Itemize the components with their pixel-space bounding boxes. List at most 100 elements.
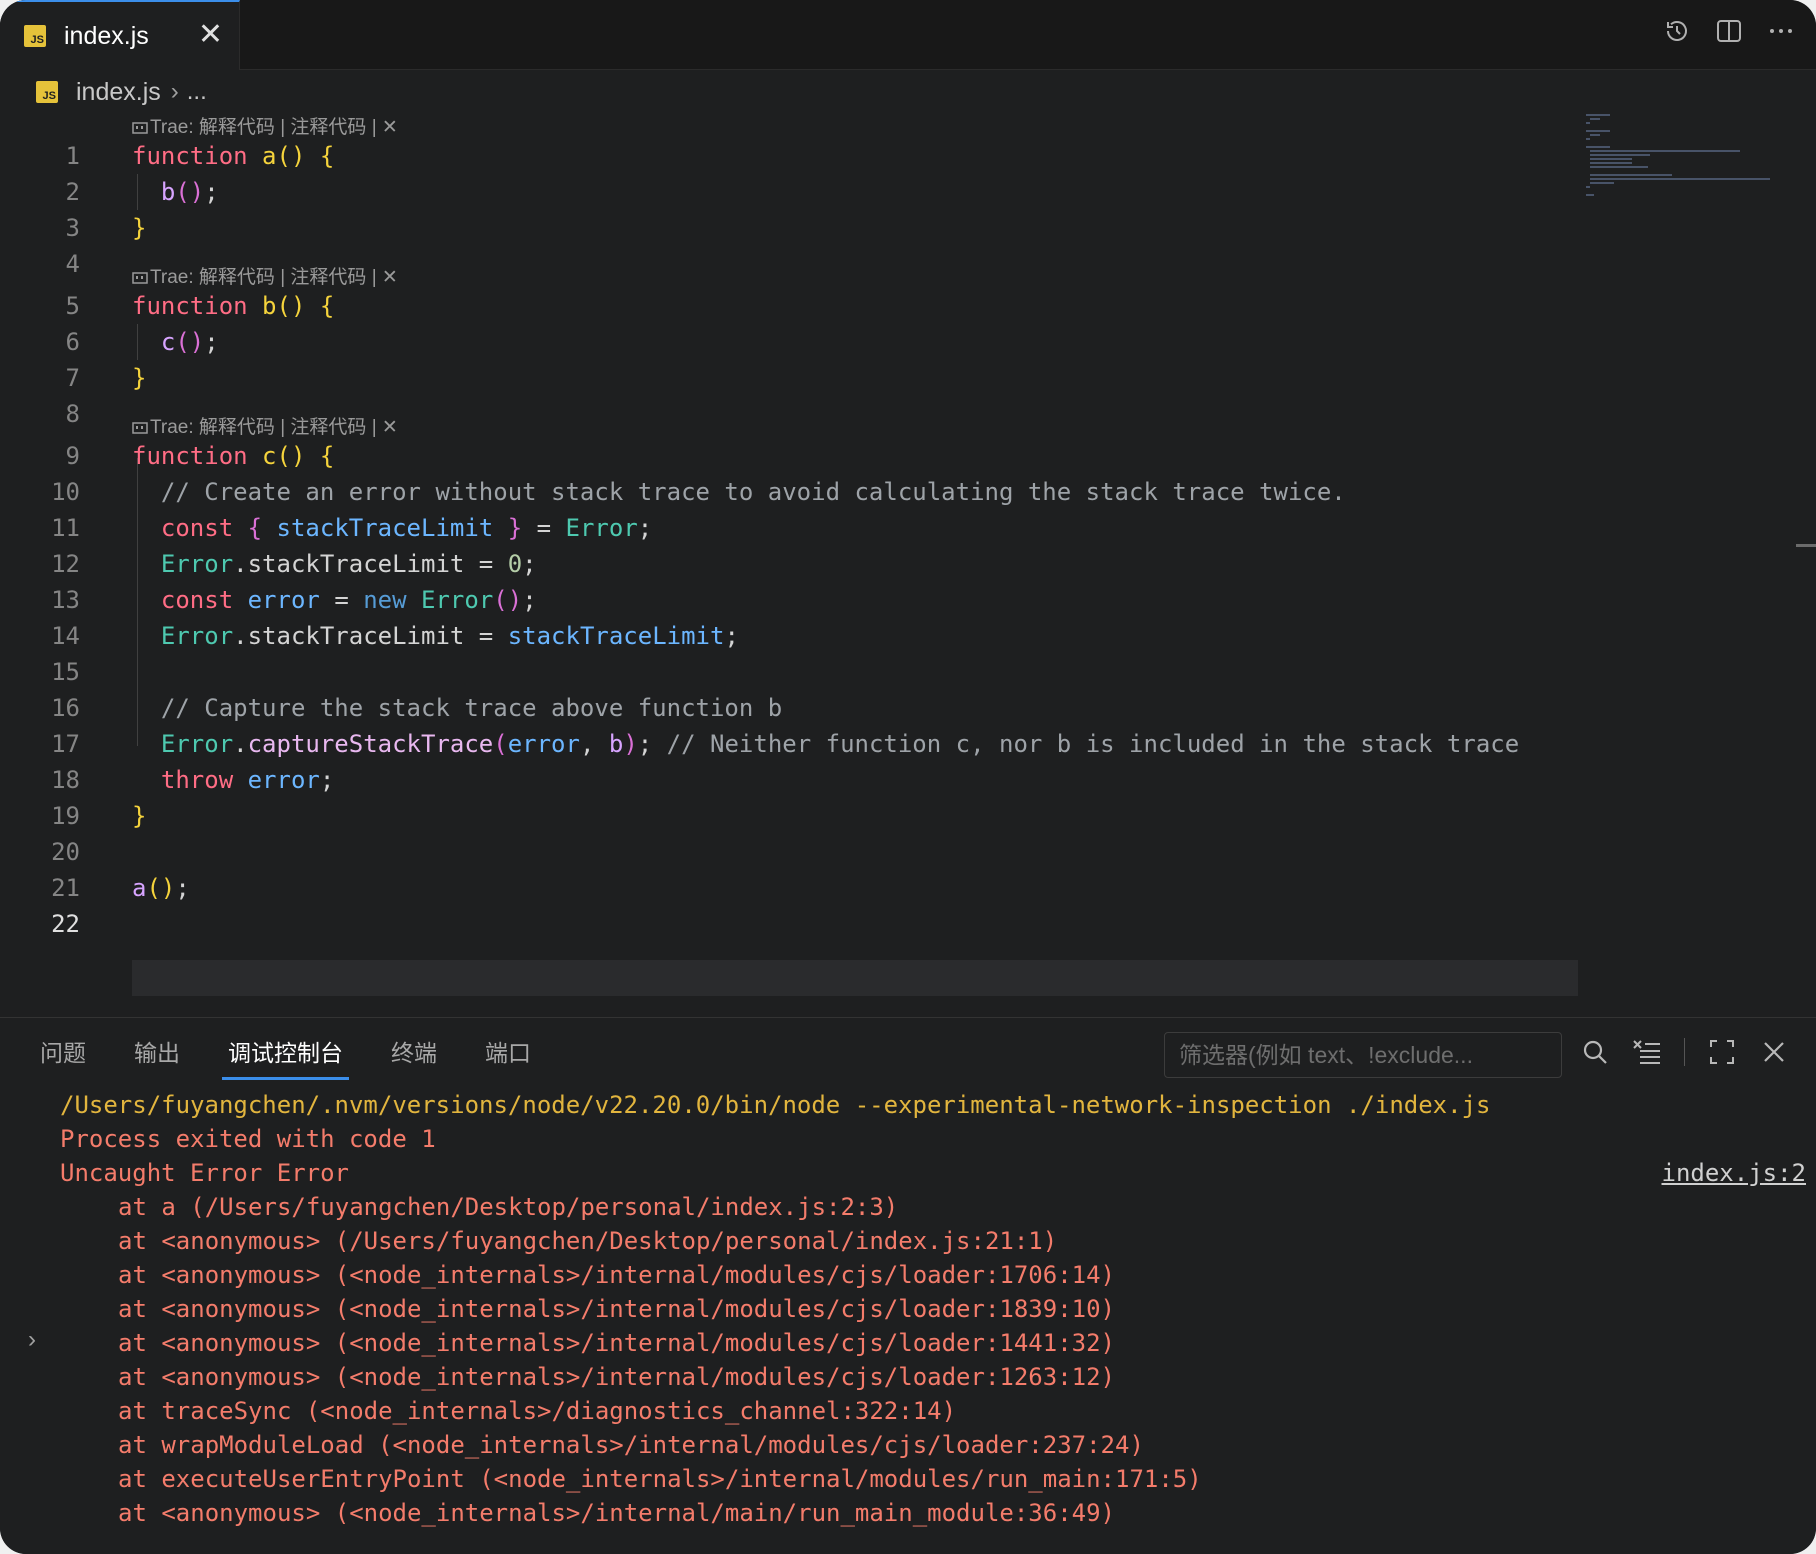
stack-frame: at <anonymous> (<node_internals>/interna… (118, 1499, 1115, 1527)
panel-actions (1580, 1036, 1789, 1068)
line-number: 21 (51, 874, 80, 902)
line-number: 19 (51, 802, 80, 830)
code-text: } (132, 214, 147, 242)
stack-frame: at <anonymous> (/Users/fuyangchen/Deskto… (118, 1227, 1058, 1255)
tab-problems[interactable]: 问题 (40, 1018, 86, 1088)
stack-frame: at <anonymous> (<node_internals>/interna… (118, 1363, 1115, 1391)
code-text: throw error; (160, 766, 335, 794)
split-editor-icon[interactable] (1716, 16, 1742, 46)
code-line: 22 (0, 906, 1580, 942)
current-line-highlight (132, 960, 1578, 996)
stack-frame: at a (/Users/fuyangchen/Desktop/personal… (118, 1193, 899, 1221)
code-line: 14 Error.stackTraceLimit = stackTraceLim… (0, 618, 1580, 654)
code-text: b(); (160, 178, 219, 206)
line-number: 9 (65, 442, 80, 470)
code-line: 21 a(); (0, 870, 1580, 906)
line-number: 11 (51, 514, 80, 542)
tab-index-js[interactable]: JS index.js ✕ (0, 0, 240, 70)
code-line: 20 (0, 834, 1580, 870)
javascript-file-icon: JS (36, 81, 58, 103)
tab-ports[interactable]: 端口 (485, 1018, 531, 1088)
code-line: 16 // Capture the stack trace above func… (0, 690, 1580, 726)
line-number: 13 (51, 586, 80, 614)
editor-window: JS index.js ✕ JS index.js › ... Trae: 解释… (0, 0, 1816, 1554)
code-line: 7 } (0, 360, 1580, 396)
stack-frame: at executeUserEntryPoint (<node_internal… (118, 1465, 1202, 1493)
code-line: 17 Error.captureStackTrace(error, b); //… (0, 726, 1580, 762)
code-editor[interactable]: Trae: 解释代码 | 注释代码 | ✕ Trae: 解释代码 | 注释代码 … (0, 112, 1816, 1017)
code-text: Error.stackTraceLimit = stackTraceLimit; (160, 622, 739, 650)
code-text: } (132, 802, 147, 830)
code-text: // Create an error without stack trace t… (160, 478, 1346, 506)
code-line: 19 } (0, 798, 1580, 834)
code-line: 5 function b() { (0, 288, 1580, 324)
stack-frame: at <anonymous> (<node_internals>/interna… (118, 1295, 1115, 1323)
trae-icon (132, 122, 148, 134)
line-number: 2 (65, 178, 80, 206)
line-number: 5 (65, 292, 80, 320)
line-number: 8 (65, 400, 80, 428)
code-text: c(); (160, 328, 219, 356)
line-number: 15 (51, 658, 80, 686)
source-link[interactable]: index.js:2 (1662, 1156, 1807, 1190)
stack-frame: at wrapModuleLoad (<node_internals>/inte… (118, 1431, 1144, 1459)
maximize-panel-icon[interactable] (1707, 1036, 1737, 1068)
tab-output[interactable]: 输出 (134, 1018, 180, 1088)
code-line: 10 // Create an error without stack trac… (0, 474, 1580, 510)
line-number: 20 (51, 838, 80, 866)
tab-bar: JS index.js ✕ (0, 0, 1816, 70)
line-number: 7 (65, 364, 80, 392)
line-number: 3 (65, 214, 80, 242)
breadcrumb: JS index.js › ... (0, 72, 1816, 112)
code-text: function a() { (132, 142, 335, 170)
code-text: function c() { (132, 442, 335, 470)
console-error-message: Uncaught Error Error (60, 1159, 349, 1187)
minimap[interactable] (1582, 112, 1782, 1012)
code-text: Error.stackTraceLimit = 0; (160, 550, 537, 578)
stack-frame: at <anonymous> (<node_internals>/interna… (118, 1261, 1115, 1289)
line-number: 10 (51, 478, 80, 506)
javascript-file-icon: JS (24, 25, 46, 47)
code-text: a(); (132, 874, 190, 902)
line-number: 4 (65, 250, 80, 278)
code-line: 3 } (0, 210, 1580, 246)
code-line: 11 const { stackTraceLimit } = Error; (0, 510, 1580, 546)
breadcrumb-more[interactable]: ... (187, 78, 207, 106)
code-line: 9 function c() { (0, 438, 1580, 474)
code-line: 6 c(); (0, 324, 1580, 360)
stack-frame: at traceSync (<node_internals>/diagnosti… (118, 1397, 957, 1425)
code-line: 4 (0, 246, 1580, 282)
history-icon[interactable] (1664, 16, 1690, 46)
tab-debug-console[interactable]: 调试控制台 (222, 1018, 349, 1088)
code-line: 13 const error = new Error(); (0, 582, 1580, 618)
code-line: 8 (0, 396, 1580, 432)
clear-console-icon[interactable] (1632, 1036, 1662, 1068)
line-number: 16 (51, 694, 80, 722)
close-icon[interactable]: ✕ (198, 20, 223, 50)
breadcrumb-file[interactable]: index.js (76, 78, 161, 107)
stack-frame: at <anonymous> (<node_internals>/interna… (118, 1329, 1115, 1357)
search-icon[interactable] (1580, 1036, 1610, 1068)
divider (1684, 1038, 1685, 1066)
line-number: 6 (65, 328, 80, 356)
chevron-right-icon[interactable]: › (28, 1326, 36, 1354)
close-panel-icon[interactable] (1759, 1036, 1789, 1068)
code-line: 12 Error.stackTraceLimit = 0; (0, 546, 1580, 582)
code-text: const { stackTraceLimit } = Error; (160, 514, 653, 542)
scrollbar-thumb[interactable] (1796, 544, 1816, 547)
code-line: 15 (0, 654, 1580, 690)
code-text: const error = new Error(); (160, 586, 537, 614)
line-number: 18 (51, 766, 80, 794)
code-line: 1 function a() { (0, 138, 1580, 174)
chevron-right-icon: › (170, 78, 179, 105)
code-text: // Capture the stack trace above functio… (160, 694, 783, 722)
code-line: 2 b(); (0, 174, 1580, 210)
tab-label: index.js (64, 21, 149, 50)
line-number: 22 (51, 910, 80, 938)
tab-terminal[interactable]: 终端 (391, 1018, 437, 1088)
editor-toolbar (1664, 16, 1794, 46)
code-line: 18 throw error; (0, 762, 1580, 798)
filter-input[interactable]: 筛选器(例如 text、!exclude... (1164, 1032, 1562, 1078)
console-command: /Users/fuyangchen/.nvm/versions/node/v22… (60, 1091, 1491, 1119)
more-actions-icon[interactable] (1768, 16, 1794, 46)
